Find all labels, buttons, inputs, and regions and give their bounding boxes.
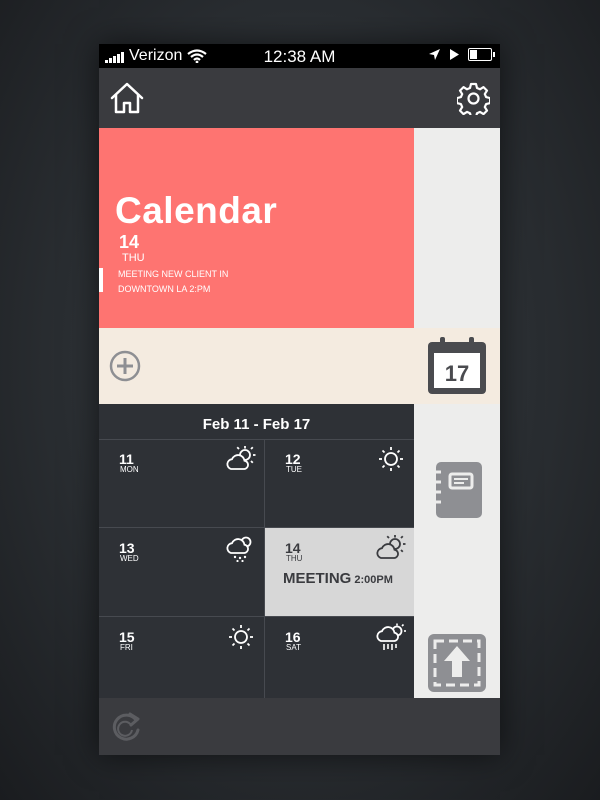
- calendar-event-line2: DOWNTOWN LA 2:PM: [118, 283, 211, 294]
- day-of-week: SAT: [286, 643, 301, 652]
- day-of-week: MON: [120, 465, 139, 474]
- day-cell-mon[interactable]: 11 MON: [99, 439, 265, 528]
- app-footer: [99, 698, 500, 755]
- location-arrow-icon: [429, 49, 440, 60]
- play-icon: [450, 49, 459, 60]
- home-icon[interactable]: [109, 81, 145, 115]
- sun-icon: [229, 625, 253, 649]
- status-bar: Verizon 12:38 AM: [99, 44, 500, 68]
- status-right: [428, 48, 495, 61]
- day-of-week: FRI: [120, 643, 133, 652]
- page-indicator: [99, 268, 103, 292]
- event-title: MEETING: [283, 570, 352, 587]
- notes-icon[interactable]: [428, 460, 484, 522]
- day-of-week: THU: [286, 554, 303, 563]
- rain-sun-icon: [376, 623, 406, 650]
- calendar-title: Calendar: [115, 190, 278, 231]
- partly-cloudy-icon: [376, 535, 406, 559]
- day-of-week: WED: [120, 554, 139, 563]
- calendar-day-number: 14: [119, 232, 140, 252]
- sidebar: 17: [414, 128, 500, 698]
- event-time: 2:00PM: [354, 574, 393, 586]
- calendar-day-of-week: THU: [122, 252, 145, 264]
- calendar-icon[interactable]: 17: [427, 336, 487, 396]
- day-cell-fri[interactable]: 15 FRI: [99, 617, 265, 698]
- calendar-event-text: MEETING NEW CLIENT IN DOWNTOWN LA 2:PM: [118, 267, 318, 296]
- calendar-tile[interactable]: Calendar 14 THU MEETING NEW CLIENT IN DO…: [99, 128, 414, 328]
- day-event: MEETING 2:00PM: [283, 570, 393, 587]
- day-of-week: TUE: [286, 465, 302, 474]
- day-cell-tue[interactable]: 12 TUE: [265, 439, 414, 528]
- snow-icon: [226, 536, 252, 562]
- day-cell-thu[interactable]: 14 THU MEETING 2:00PM: [265, 528, 414, 617]
- battery-level: [470, 50, 477, 59]
- day-cell-sat[interactable]: 16 SAT: [265, 617, 414, 698]
- battery-icon: [468, 48, 495, 61]
- week-range-title: Feb 11 - Feb 17: [99, 404, 414, 440]
- plus-circle-icon[interactable]: [109, 350, 141, 382]
- phone-screen: Verizon 12:38 AM 17 Calendar 14 THU MEET…: [99, 44, 500, 755]
- sun-icon: [379, 447, 403, 471]
- add-row: [99, 328, 414, 404]
- refresh-icon[interactable]: [109, 710, 143, 744]
- partly-cloudy-icon: [226, 446, 256, 470]
- upload-icon[interactable]: [427, 633, 487, 693]
- calendar-event-line1: MEETING NEW CLIENT IN: [118, 269, 229, 279]
- gear-icon[interactable]: [457, 82, 490, 115]
- app-header: [99, 68, 500, 128]
- calendar-icon-day: 17: [445, 361, 469, 386]
- week-view: Feb 11 - Feb 17 11 MON 12 TUE 13 WED 14 …: [99, 404, 414, 698]
- day-cell-wed[interactable]: 13 WED: [99, 528, 265, 617]
